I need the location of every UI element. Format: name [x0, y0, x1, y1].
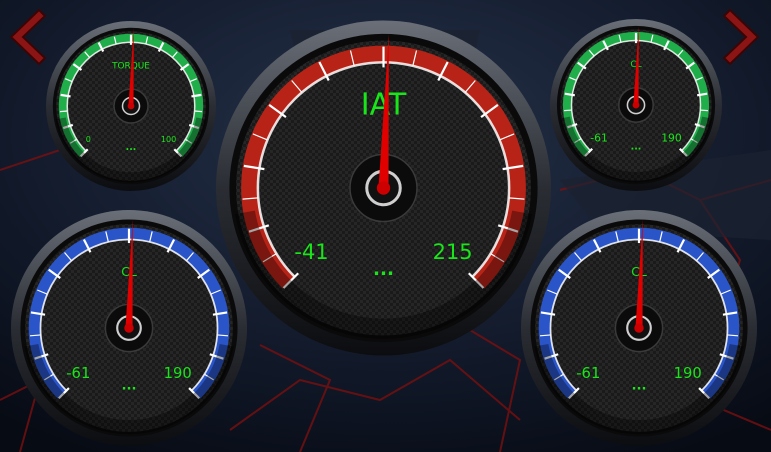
gauge-max-label: 190: [674, 365, 702, 382]
gauge-max-label: 100: [161, 135, 176, 144]
gauge-cl-bottom-left[interactable]: CL -61 190...: [11, 210, 247, 446]
gauge-needle-cap: [632, 101, 640, 109]
gauge-tick: [217, 334, 229, 337]
gauge-cl-bottom-right[interactable]: CL -61 190...: [521, 210, 757, 446]
gauge-cl-top-right[interactable]: CL -61 190...: [550, 19, 722, 191]
next-page-button[interactable]: [722, 8, 764, 66]
gauge-value-readout: ...: [631, 142, 642, 153]
gauge-tick: [191, 93, 202, 98]
gauge-tick: [29, 334, 41, 337]
gauge-tick: [194, 110, 203, 113]
gauge-max-label: 190: [661, 132, 682, 145]
gauge-max-label: 190: [164, 365, 192, 382]
gauge-label: TORQUE: [111, 62, 150, 72]
gauge-value-readout: ...: [373, 259, 394, 280]
gauge-max-label: 215: [433, 240, 473, 264]
gauge-needle-cap: [376, 181, 391, 195]
gauge-iat[interactable]: IAT -41 215...: [216, 18, 551, 358]
gauge-min-label: -61: [590, 132, 608, 145]
gauge-min-label: -61: [66, 365, 90, 382]
gauge-needle-cap: [124, 323, 134, 333]
gauge-torque[interactable]: TORQUE 0 100...: [41, 21, 221, 191]
gauge-min-label: -61: [576, 365, 600, 382]
gauge-tick: [60, 93, 71, 98]
gauge-min-label: 0: [86, 135, 91, 144]
gauge-face: TORQUE 0 100...: [46, 21, 216, 191]
gauge-tick: [59, 110, 68, 113]
gauge-face: CL-61 190...: [550, 19, 722, 191]
gauge-face: CL-61 190...: [11, 210, 247, 446]
gauge-value-readout: ...: [126, 142, 137, 153]
gauge-face: IAT-41 215...: [216, 20, 551, 356]
gauge-needle-cap: [127, 102, 135, 110]
gauge-tick: [700, 109, 708, 112]
chevron-right-icon: [722, 8, 760, 66]
gauge-tick: [539, 334, 551, 337]
gauge-tick: [727, 334, 739, 337]
gauge-min-label: -41: [294, 240, 328, 264]
gauge-value-readout: ...: [632, 378, 647, 393]
gauge-needle-cap: [634, 323, 644, 333]
gauge-face: CL-61 190...: [521, 210, 757, 446]
gauge-tick: [564, 109, 572, 112]
gauge-value-readout: ...: [122, 378, 137, 393]
